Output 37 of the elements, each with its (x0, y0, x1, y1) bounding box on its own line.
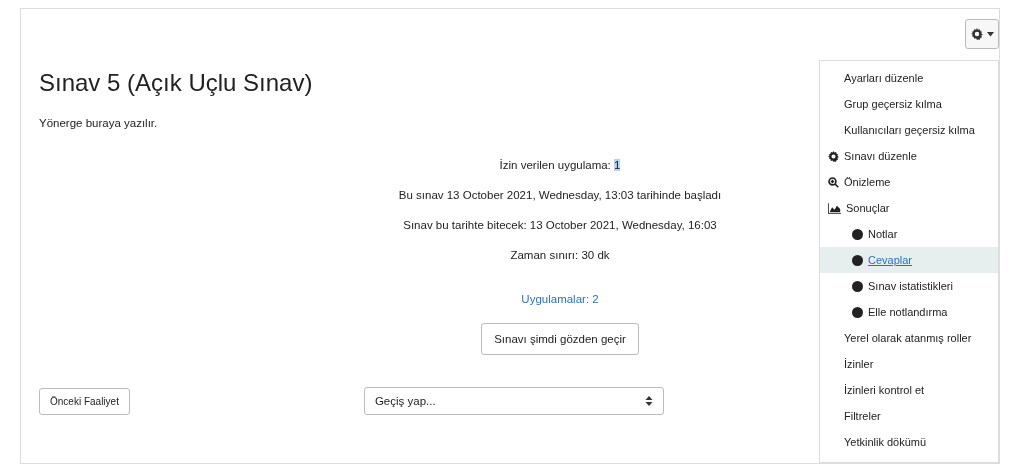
info-text: Sınav bu tarihte bitecek: 13 October 2021, Wednesday, 16:03 (403, 219, 717, 231)
info-label: İzin verilen uygulama: (499, 159, 611, 171)
caret-icon (986, 31, 994, 37)
settings-button[interactable] (965, 19, 999, 49)
menu-item[interactable]: Kullanıcıları geçersiz kılma (820, 117, 998, 143)
menu-item[interactable]: Filtreler (820, 403, 998, 429)
bullet-icon (852, 254, 863, 266)
bullet-icon (852, 228, 863, 240)
menu-item[interactable]: Yerel olarak atanmış roller (820, 325, 998, 351)
menu-item[interactable]: Sınavı düzenle (820, 143, 998, 169)
menu-item[interactable]: Ayarları düzenle (820, 65, 998, 91)
bullet-icon (852, 280, 863, 292)
gear-icon (828, 150, 839, 162)
page-title: Sınav 5 (Açık Uçlu Sınav) (39, 69, 314, 97)
menu-item[interactable]: İzinler (820, 351, 998, 377)
menu-item[interactable]: İzinleri kontrol et (820, 377, 998, 403)
menu-item[interactable]: Yetkinlik dökümü (820, 429, 998, 455)
menu-item[interactable]: Notlar (820, 221, 998, 247)
settings-icon (970, 28, 983, 40)
menu-item[interactable]: Grup geçersiz kılma (820, 91, 998, 117)
menu-item[interactable]: Sonuçlar (820, 195, 998, 221)
jump-select[interactable]: Geçiş yap... (363, 387, 664, 415)
info-text: Zaman sınırı: 30 dk (510, 249, 610, 261)
info-text: Bu sınav 13 October 2021, Wednesday, 13:03 tarihinde başladı (398, 189, 722, 201)
menu-item[interactable]: Elle notlandırma (820, 299, 998, 325)
zoom-icon (828, 176, 839, 188)
attempts-link[interactable]: Uygulamalar: 2 (521, 293, 599, 305)
area-chart-icon (828, 202, 841, 214)
bullet-icon (852, 306, 863, 318)
menu-item[interactable]: Sınav istatistikleri (820, 273, 998, 299)
sort-caret-icon (644, 395, 653, 407)
menu-item[interactable]: Önizleme (820, 169, 998, 195)
previous-activity-button[interactable]: Önceki Faaliyet (39, 387, 130, 415)
review-button[interactable]: Sınavı şimdi gözden geçir (481, 323, 639, 355)
menu-item[interactable]: Cevaplar (820, 247, 998, 273)
info-value: 1 (614, 159, 621, 171)
intro-text: Yönerge buraya yazılır. (39, 117, 159, 129)
